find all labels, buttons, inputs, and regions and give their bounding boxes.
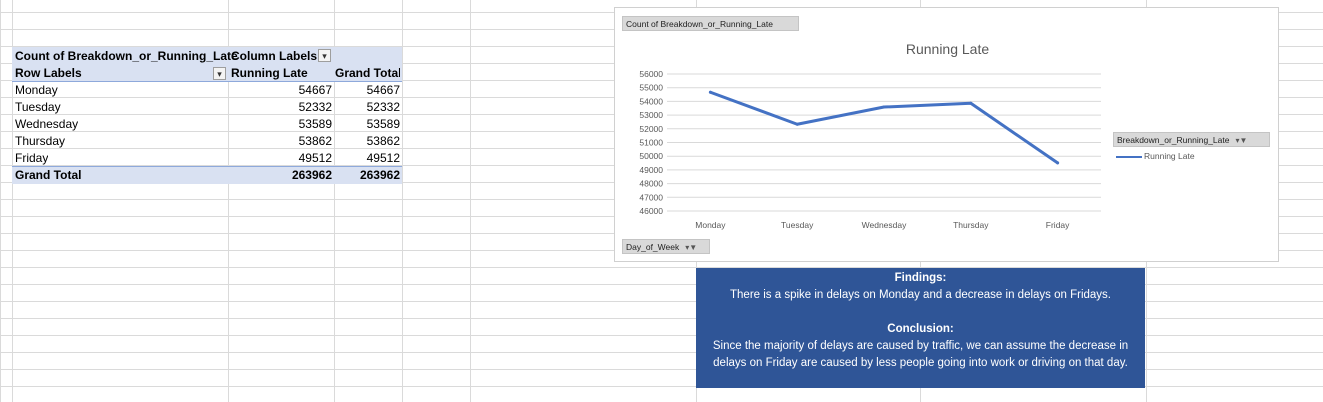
running-late-value[interactable]: 52332 bbox=[231, 99, 332, 116]
axis-field-button[interactable]: Day_of_Week ▾▼ bbox=[622, 239, 710, 254]
grand-total-value[interactable]: 53862 bbox=[335, 133, 400, 150]
data-point[interactable] bbox=[882, 105, 886, 109]
row-label[interactable]: Tuesday bbox=[15, 99, 61, 116]
running-late-value[interactable]: 53589 bbox=[231, 116, 332, 133]
y-tick-label: 51000 bbox=[639, 138, 663, 148]
x-tick-label: Thursday bbox=[953, 220, 989, 230]
pivot-chart[interactable]: Count of Breakdown_or_Running_Late Runni… bbox=[614, 7, 1279, 262]
grand-total-value[interactable]: 52332 bbox=[335, 99, 400, 116]
grand-total-value[interactable]: 49512 bbox=[335, 150, 400, 167]
y-tick-label: 46000 bbox=[639, 206, 663, 216]
grand-total-value[interactable]: 53589 bbox=[335, 116, 400, 133]
y-tick-label: 54000 bbox=[639, 96, 663, 106]
findings-text-box[interactable]: Findings: There is a spike in delays on … bbox=[696, 268, 1145, 388]
pivot-grand-total-header[interactable]: Grand Total bbox=[335, 65, 400, 82]
pivot-total-running-late[interactable]: 263962 bbox=[231, 167, 332, 184]
y-tick-label: 53000 bbox=[639, 110, 663, 120]
pivot-value-header[interactable]: Count of Breakdown_or_Running_Late bbox=[15, 48, 238, 65]
row-filter-icon[interactable]: ▾ bbox=[213, 67, 226, 80]
grand-total-value[interactable]: 54667 bbox=[335, 82, 400, 99]
pivot-running-late-header[interactable]: Running Late bbox=[231, 65, 308, 82]
axis-field-button-label: Day_of_Week bbox=[626, 242, 680, 252]
running-late-value[interactable]: 49512 bbox=[231, 150, 332, 167]
pivot-total-grand-total[interactable]: 263962 bbox=[335, 167, 400, 184]
row-label[interactable]: Wednesday bbox=[15, 116, 78, 133]
y-tick-label: 49000 bbox=[639, 165, 663, 175]
series-line-running-late[interactable] bbox=[708, 90, 1060, 165]
data-point[interactable] bbox=[969, 101, 973, 105]
y-tick-label: 47000 bbox=[639, 192, 663, 202]
row-label[interactable]: Thursday bbox=[15, 133, 65, 150]
y-tick-label: 50000 bbox=[639, 151, 663, 161]
pivot-column-labels-header[interactable]: Column Labels bbox=[231, 48, 317, 65]
conclusion-heading: Conclusion: bbox=[887, 323, 954, 335]
legend-field-button-label: Breakdown_or_Running_Late bbox=[1117, 135, 1230, 145]
row-label[interactable]: Monday bbox=[15, 82, 58, 99]
data-point[interactable] bbox=[1056, 161, 1060, 165]
running-late-value[interactable]: 53862 bbox=[231, 133, 332, 150]
x-tick-label: Tuesday bbox=[781, 220, 814, 230]
legend-entry[interactable]: Running Late bbox=[1116, 151, 1195, 161]
column-filter-icon[interactable]: ▾ bbox=[318, 49, 331, 62]
findings-text: There is a spike in delays on Monday and… bbox=[730, 289, 1111, 301]
pivot-total-label[interactable]: Grand Total bbox=[15, 167, 81, 184]
legend-field-button[interactable]: Breakdown_or_Running_Late ▾▼ bbox=[1113, 132, 1270, 147]
y-tick-label: 48000 bbox=[639, 179, 663, 189]
filter-dropdown-icon: ▾▼ bbox=[685, 243, 698, 252]
legend-line-icon bbox=[1116, 155, 1142, 158]
data-point[interactable] bbox=[795, 122, 799, 126]
x-tick-label: Monday bbox=[695, 220, 726, 230]
y-tick-label: 56000 bbox=[639, 69, 663, 79]
x-tick-label: Wednesday bbox=[862, 220, 907, 230]
running-late-value[interactable]: 54667 bbox=[231, 82, 332, 99]
x-tick-label: Friday bbox=[1046, 220, 1070, 230]
y-tick-label: 55000 bbox=[639, 83, 663, 93]
pivot-row-labels-header[interactable]: Row Labels bbox=[15, 65, 82, 82]
filter-dropdown-icon: ▾▼ bbox=[1235, 136, 1248, 145]
row-label[interactable]: Friday bbox=[15, 150, 48, 167]
data-point[interactable] bbox=[708, 90, 712, 94]
findings-heading: Findings: bbox=[894, 272, 947, 284]
legend-entry-label: Running Late bbox=[1144, 151, 1195, 161]
pivot-table[interactable]: Count of Breakdown_or_Running_Late Colum… bbox=[0, 0, 410, 190]
y-tick-label: 52000 bbox=[639, 124, 663, 134]
conclusion-text: Since the majority of delays are caused … bbox=[712, 340, 1129, 369]
